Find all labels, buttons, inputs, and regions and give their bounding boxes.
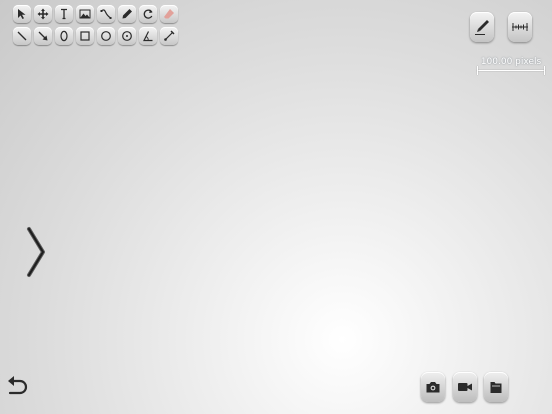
text-tool-icon bbox=[61, 8, 67, 20]
ruler-icon bbox=[512, 23, 528, 31]
video-camera-icon bbox=[458, 383, 472, 391]
folder-button[interactable] bbox=[484, 372, 508, 402]
curve-tool-button[interactable] bbox=[97, 5, 115, 23]
rectangle-tool-button[interactable] bbox=[76, 27, 94, 45]
angle-tool-icon bbox=[143, 31, 153, 42]
move-icon bbox=[37, 8, 49, 20]
move-tool-button[interactable] bbox=[34, 5, 52, 23]
tool-row-2 bbox=[13, 27, 181, 45]
camera-button[interactable] bbox=[421, 372, 445, 402]
ellipse-tool-icon bbox=[60, 30, 68, 42]
scale-tick-left bbox=[477, 66, 478, 75]
line-tool-icon bbox=[17, 31, 27, 41]
ellipse-tool-button[interactable] bbox=[55, 27, 73, 45]
tool-palette bbox=[13, 5, 181, 49]
rectangle-tool-icon bbox=[80, 31, 90, 41]
eraser-icon bbox=[164, 9, 174, 19]
video-button[interactable] bbox=[453, 372, 477, 402]
circle-tool-button[interactable] bbox=[97, 27, 115, 45]
circle-tool-icon bbox=[101, 31, 111, 41]
text-tool-button[interactable] bbox=[55, 5, 73, 23]
camera-icon bbox=[426, 382, 440, 393]
measure-tool-icon bbox=[164, 30, 175, 41]
undo-icon[interactable] bbox=[5, 372, 29, 400]
folder-icon bbox=[490, 382, 502, 393]
select-arrow-icon bbox=[18, 9, 26, 19]
rotate-tool-button[interactable] bbox=[139, 5, 157, 23]
image-tool-button[interactable] bbox=[76, 5, 94, 23]
scale-indicator: 100.00 pixels bbox=[476, 55, 546, 77]
pencil-tool-icon bbox=[122, 9, 132, 19]
tool-row-1 bbox=[13, 5, 181, 23]
circle-point-tool-icon bbox=[122, 31, 132, 41]
scale-label: 100.00 pixels bbox=[480, 57, 542, 67]
image-icon bbox=[79, 9, 91, 19]
rotate-icon bbox=[143, 9, 153, 19]
pencil-tool-button[interactable] bbox=[118, 5, 136, 23]
ruler-button[interactable] bbox=[508, 12, 532, 42]
angle-tool-button[interactable] bbox=[139, 27, 157, 45]
curve-tool-icon bbox=[100, 9, 112, 19]
pen-button[interactable] bbox=[470, 12, 494, 42]
select-tool-button[interactable] bbox=[13, 5, 31, 23]
arrow-tool-button[interactable] bbox=[34, 27, 52, 45]
measure-tool-button[interactable] bbox=[160, 27, 178, 45]
scale-tick-right bbox=[544, 66, 545, 75]
circle-point-tool-button[interactable] bbox=[118, 27, 136, 45]
expand-panel-arrow-icon[interactable] bbox=[26, 226, 48, 278]
pen-icon bbox=[475, 20, 489, 35]
drawing-canvas[interactable] bbox=[0, 0, 552, 414]
eraser-tool-button[interactable] bbox=[160, 5, 178, 23]
scale-line bbox=[477, 70, 545, 71]
line-tool-button[interactable] bbox=[13, 27, 31, 45]
arrow-tool-icon bbox=[38, 31, 48, 41]
